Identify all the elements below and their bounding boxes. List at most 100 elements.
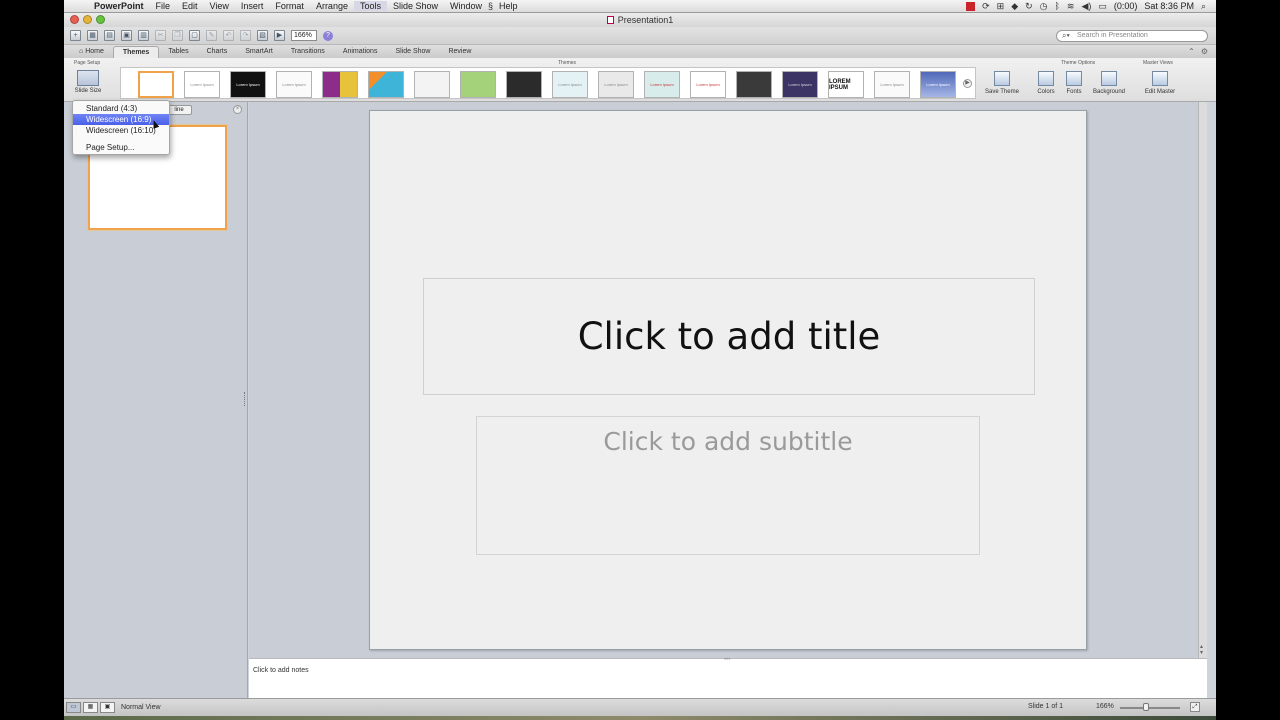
colors-button[interactable]: Colors [1034, 71, 1058, 95]
minimize-window-button[interactable] [83, 15, 92, 24]
dropbox-icon[interactable]: ◆ [1011, 1, 1018, 12]
zoom-slider-handle[interactable] [1143, 703, 1149, 711]
theme-thumb-18[interactable]: Lorem Ipsum [920, 71, 956, 98]
notes-pane[interactable]: ••• Click to add notes [249, 657, 1207, 698]
wifi-icon[interactable]: ≋ [1067, 1, 1075, 12]
gallery-more-icon[interactable]: ▶ [963, 79, 972, 88]
scroll-arrows-icon[interactable]: ▴ ▾ [1200, 644, 1203, 656]
pane-splitter[interactable] [244, 392, 247, 406]
collapse-ribbon-icon[interactable]: ⌃ [1188, 46, 1195, 58]
menu-item-standard-4-3[interactable]: Standard (4:3) [73, 103, 169, 114]
bluetooth-icon[interactable]: ᛒ [1055, 1, 1060, 11]
subtitle-placeholder[interactable]: Click to add subtitle [476, 416, 980, 555]
volume-icon[interactable]: ◀) [1081, 1, 1091, 12]
theme-thumb-10[interactable]: Lorem Ipsum [552, 71, 588, 98]
templates-icon[interactable]: ▦ [87, 30, 98, 41]
new-presentation-icon[interactable]: + [70, 30, 81, 41]
menu-item-page-setup[interactable]: Page Setup... [73, 142, 169, 153]
slide-show-view-button[interactable]: ▣ [100, 702, 115, 713]
tab-animations[interactable]: Animations [334, 46, 387, 58]
open-icon[interactable]: ▤ [104, 30, 115, 41]
zoom-slider[interactable] [1120, 707, 1180, 709]
menu-edit[interactable]: Edit [176, 1, 204, 11]
close-window-button[interactable] [70, 15, 79, 24]
menu-arrange[interactable]: Arrange [310, 1, 354, 11]
refresh-icon[interactable]: ↻ [1025, 1, 1033, 12]
slideshow-icon[interactable]: ▶ [274, 30, 285, 41]
status-bar: ▭ ▦ ▣ Normal View Slide 1 of 1 166% ⤢ [64, 698, 1216, 716]
vertical-scrollbar[interactable]: ▴ ▾ [1198, 102, 1207, 658]
fonts-button[interactable]: Fonts [1062, 71, 1086, 95]
menu-powerpoint[interactable]: PowerPoint [88, 1, 150, 11]
menu-slide-show[interactable]: Slide Show [387, 1, 444, 11]
group-label-themes: Themes [558, 60, 577, 66]
menu-insert[interactable]: Insert [235, 1, 270, 11]
zoom-field[interactable]: 166% [291, 30, 317, 41]
menu-tools[interactable]: Tools [353, 1, 387, 11]
help-icon[interactable]: ? [323, 30, 333, 41]
theme-thumb-office[interactable] [138, 71, 174, 98]
paste-icon[interactable]: ▢ [189, 30, 200, 41]
recording-icon[interactable] [966, 1, 976, 11]
title-placeholder[interactable]: Click to add title [423, 278, 1035, 395]
search-field[interactable]: ⌕▾ Search in Presentation [1056, 30, 1208, 42]
slide-sorter-view-button[interactable]: ▦ [83, 702, 98, 713]
menu-help[interactable]: Help [493, 1, 524, 11]
sync-icon[interactable]: ⟳ [982, 1, 990, 12]
theme-thumb-2[interactable]: Lorem Ipsum [184, 71, 220, 98]
tab-transitions[interactable]: Transitions [282, 46, 334, 58]
colors-icon [1038, 71, 1054, 86]
grid-icon[interactable]: ⊞ [997, 1, 1005, 12]
theme-thumb-7[interactable] [414, 71, 450, 98]
format-painter-icon[interactable]: ✎ [206, 30, 217, 41]
menu-file[interactable]: File [150, 1, 177, 11]
normal-view-button[interactable]: ▭ [66, 702, 81, 713]
theme-thumb-15[interactable]: Lorem Ipsum [782, 71, 818, 98]
save-icon[interactable]: ▣ [121, 30, 132, 41]
copy-icon[interactable]: ❐ [172, 30, 183, 41]
slide-canvas[interactable]: Click to add title Click to add subtitle [369, 110, 1087, 650]
tab-themes[interactable]: Themes [112, 46, 160, 58]
theme-thumb-3[interactable]: Lorem Ipsum [230, 71, 266, 98]
theme-thumb-12[interactable]: Lorem Ipsum [644, 71, 680, 98]
save-theme-button[interactable]: Save Theme [982, 71, 1022, 95]
tab-tables[interactable]: Tables [159, 46, 197, 58]
slide-size-button[interactable]: Slide Size [74, 70, 102, 100]
fit-to-window-icon[interactable]: ⤢ [1190, 702, 1200, 712]
spotlight-icon[interactable]: ⌕ [1201, 1, 1206, 12]
menu-window[interactable]: Window [444, 1, 488, 11]
close-pane-icon[interactable]: × [233, 105, 242, 114]
tab-smartart[interactable]: SmartArt [236, 46, 282, 58]
theme-thumb-8[interactable] [460, 71, 496, 98]
cut-icon[interactable]: ✂ [155, 30, 166, 41]
slide-count: Slide 1 of 1 [1028, 703, 1064, 710]
time-machine-icon[interactable]: ◷ [1040, 1, 1048, 12]
theme-thumb-11[interactable]: Lorem Ipsum [598, 71, 634, 98]
edit-master-button[interactable]: Edit Master [1142, 71, 1178, 95]
redo-icon[interactable]: ↷ [240, 30, 251, 41]
tab-home[interactable]: ⌂ Home [70, 46, 113, 58]
tab-review[interactable]: Review [439, 46, 480, 58]
notes-resize-handle[interactable]: ••• [724, 657, 730, 663]
theme-thumb-16[interactable]: LOREM IPSUM [828, 71, 864, 98]
theme-thumb-13[interactable]: Lorem Ipsum [690, 71, 726, 98]
background-icon [1101, 71, 1117, 86]
theme-thumb-17[interactable]: Lorem Ipsum [874, 71, 910, 98]
background-button[interactable]: Background [1090, 71, 1128, 95]
tab-charts[interactable]: Charts [198, 46, 237, 58]
clock[interactable]: Sat 8:36 PM [1144, 1, 1194, 11]
tab-slide-show[interactable]: Slide Show [386, 46, 439, 58]
zoom-window-button[interactable] [96, 15, 105, 24]
theme-thumb-5[interactable] [322, 71, 358, 98]
print-icon[interactable]: ▥ [138, 30, 149, 41]
menu-view[interactable]: View [204, 1, 235, 11]
battery-icon[interactable]: ▭ [1098, 1, 1107, 12]
theme-thumb-14[interactable] [736, 71, 772, 98]
insert-picture-icon[interactable]: ▧ [257, 30, 268, 41]
theme-thumb-4[interactable]: Lorem Ipsum [276, 71, 312, 98]
menu-format[interactable]: Format [269, 1, 310, 11]
ribbon-settings-icon[interactable]: ⚙ [1201, 46, 1208, 58]
theme-thumb-9[interactable] [506, 71, 542, 98]
theme-thumb-6[interactable] [368, 71, 404, 98]
undo-icon[interactable]: ↶ [223, 30, 234, 41]
